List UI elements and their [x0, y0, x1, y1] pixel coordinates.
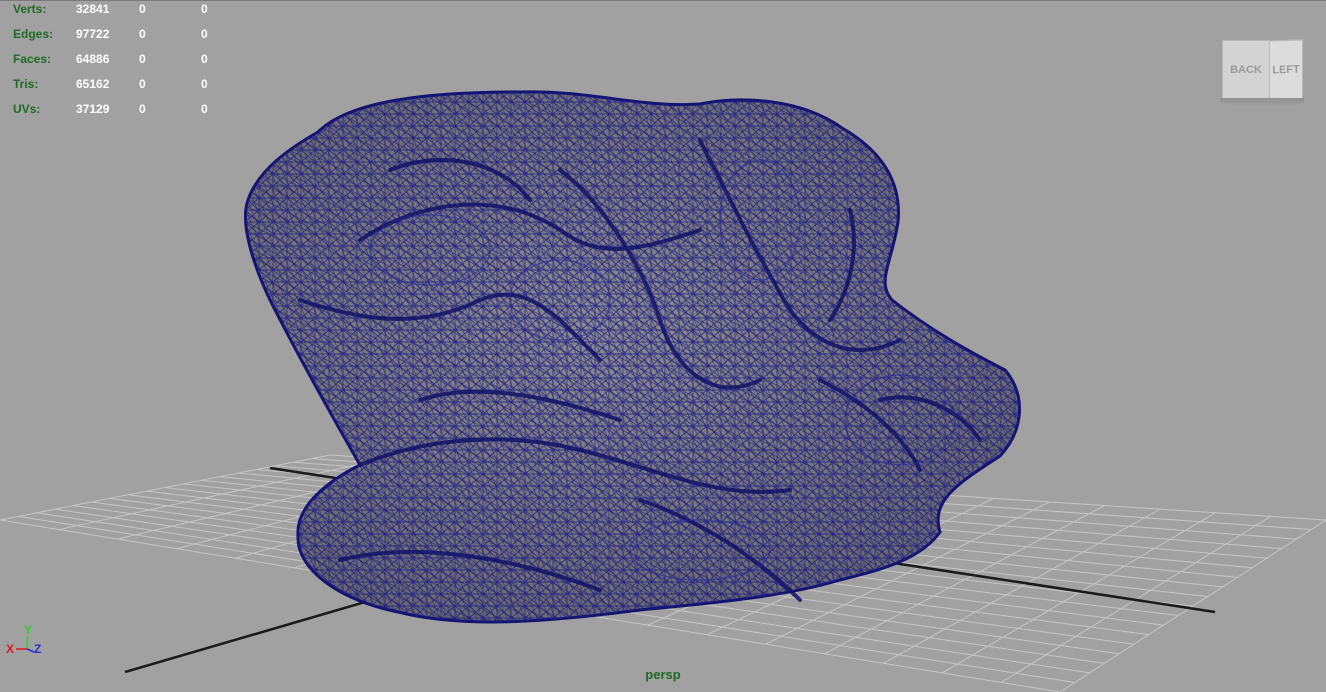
hud-value: 64886 [76, 52, 110, 66]
hud-value: 32841 [76, 2, 110, 16]
axis-y-label: Y [24, 623, 33, 637]
hud-value: 0 [139, 52, 146, 66]
hud-label: Edges: [13, 27, 54, 41]
hud-value: 0 [139, 2, 146, 16]
hud-value: 65162 [76, 77, 110, 91]
view-cube-shadow [1220, 98, 1304, 106]
hud-value: 0 [201, 52, 208, 66]
scene-canvas[interactable] [0, 0, 1326, 692]
view-cube-back-face[interactable]: BACK [1222, 40, 1270, 100]
hud-value: 0 [139, 27, 146, 41]
hud-label: Faces: [13, 52, 52, 66]
hud-value: 0 [201, 27, 208, 41]
hud-label: UVs: [13, 102, 41, 116]
hud-value: 97722 [76, 27, 110, 41]
hud-value: 0 [201, 102, 208, 116]
hud-value: 0 [139, 102, 146, 116]
hud-value: 37129 [76, 102, 110, 116]
axis-x-label: X [6, 642, 15, 656]
view-cube[interactable]: BACK LEFT [1218, 39, 1306, 106]
camera-name-label: persp [645, 667, 681, 682]
rock-mesh[interactable] [244, 90, 1021, 624]
hud-value: 0 [201, 2, 208, 16]
hud-label: Verts: [13, 2, 47, 16]
hud-label: Tris: [13, 77, 39, 91]
viewport-persp[interactable]: Verts: 32841 0 0 Edges: 97722 0 0 Faces:… [0, 0, 1326, 692]
hud-value: 0 [201, 77, 208, 91]
hud-value: 0 [139, 77, 146, 91]
axis-z-label: Z [34, 642, 42, 656]
view-cube-left-face[interactable]: LEFT [1269, 39, 1303, 101]
axis-gizmo: X Y Z [4, 622, 54, 662]
